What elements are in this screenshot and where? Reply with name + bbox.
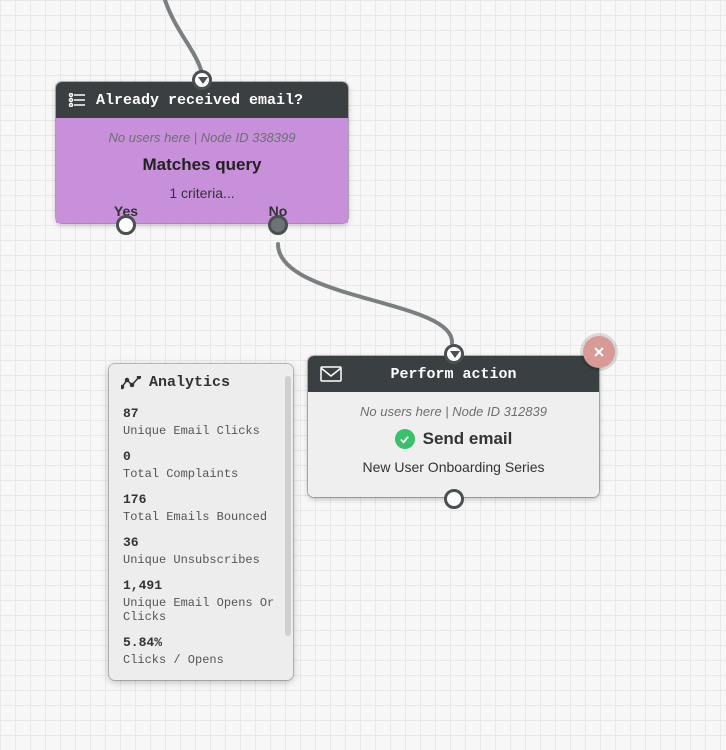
- analytics-stat-label: Unique Email Opens Or Clicks: [123, 596, 279, 624]
- analytics-list[interactable]: 87 Unique Email Clicks 0 Total Complaints 17…: [109, 399, 293, 680]
- node-action-main: Send email: [423, 429, 513, 449]
- node-condition-in-port[interactable]: [192, 70, 212, 90]
- node-action-out-port[interactable]: [444, 489, 464, 509]
- analytics-stat-label: Total Complaints: [123, 467, 279, 481]
- analytics-stat: 176 Total Emails Bounced: [123, 485, 279, 528]
- analytics-stat-value: 36: [123, 535, 139, 550]
- analytics-stat-value: 87: [123, 406, 139, 421]
- node-condition-out-yes[interactable]: [116, 215, 136, 235]
- close-button[interactable]: [583, 336, 615, 368]
- analytics-stat-value: 176: [123, 492, 146, 507]
- node-condition-main: Matches query: [142, 155, 261, 175]
- node-condition-title: Already received email?: [96, 92, 303, 109]
- analytics-stat-label: Total Emails Bounced: [123, 510, 279, 524]
- analytics-icon: [121, 376, 141, 390]
- node-condition-meta: No users here | Node ID 338399: [70, 130, 334, 145]
- analytics-stat-label: Unique Unsubscribes: [123, 553, 279, 567]
- analytics-stat: 0 Total Complaints: [123, 442, 279, 485]
- node-action-in-port[interactable]: [444, 344, 464, 364]
- analytics-stat-label: Unique Email Clicks: [123, 424, 279, 438]
- mail-icon: [320, 366, 342, 382]
- analytics-stat-value: 5.84%: [123, 635, 162, 650]
- node-action-title: Perform action: [352, 366, 555, 383]
- node-condition-subtitle: 1 criteria...: [70, 185, 334, 201]
- analytics-stat: 1,491 Unique Email Opens Or Clicks: [123, 571, 279, 628]
- analytics-stat-value: 0: [123, 449, 131, 464]
- analytics-stat: 5.84% Clicks / Opens: [123, 628, 279, 671]
- analytics-stat-label: Clicks / Opens: [123, 653, 279, 667]
- node-action[interactable]: Perform action No users here | Node ID 3…: [308, 356, 599, 497]
- analytics-stat-value: 16.91%: [123, 678, 170, 680]
- node-condition-out-no[interactable]: [268, 215, 288, 235]
- analytics-stat: 87 Unique Email Clicks: [123, 399, 279, 442]
- workflow-canvas[interactable]: Already received email? No users here | …: [0, 0, 726, 750]
- node-condition[interactable]: Already received email? No users here | …: [56, 82, 348, 223]
- analytics-stat-value: 1,491: [123, 578, 162, 593]
- analytics-scrollbar[interactable]: [285, 376, 291, 636]
- analytics-panel[interactable]: Analytics 87 Unique Email Clicks 0 Total Co…: [109, 364, 293, 680]
- node-action-meta: No users here | Node ID 312839: [322, 404, 585, 419]
- check-icon: [395, 429, 415, 449]
- analytics-stat: 36 Unique Unsubscribes: [123, 528, 279, 571]
- node-action-subtitle: New User Onboarding Series: [322, 459, 585, 475]
- analytics-title: Analytics: [149, 374, 230, 391]
- filter-icon: [68, 93, 86, 107]
- analytics-stat: 16.91%Email Open Rate: [123, 671, 279, 680]
